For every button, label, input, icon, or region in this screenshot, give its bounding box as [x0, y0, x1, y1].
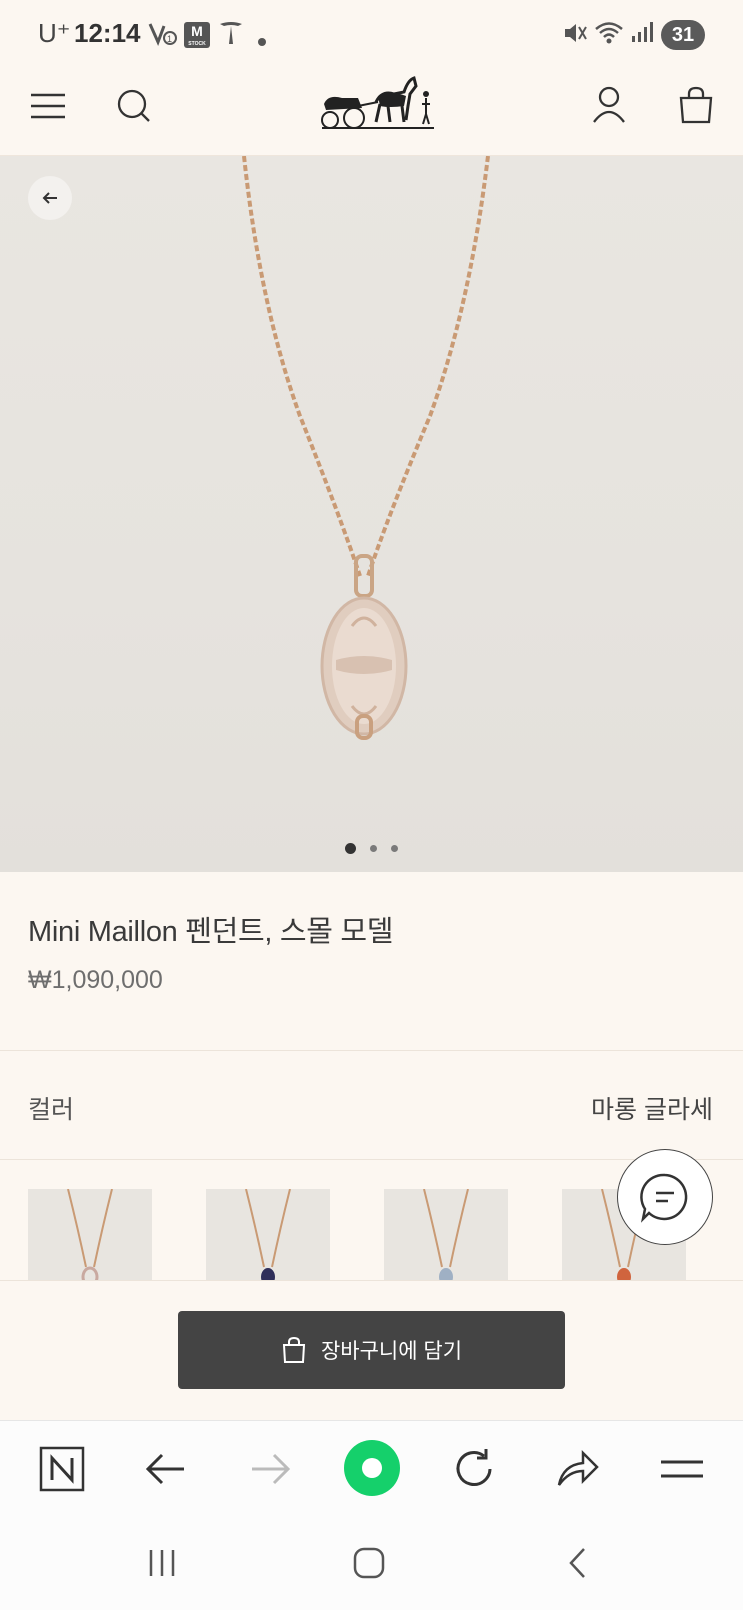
home-icon[interactable]	[352, 1546, 386, 1580]
reload-icon[interactable]	[448, 1443, 500, 1495]
carrier-label: U⁺	[38, 18, 71, 48]
browser-menu-icon[interactable]	[656, 1443, 708, 1495]
vpn-icon: 1	[148, 20, 178, 52]
system-navigation-bar	[0, 1516, 743, 1610]
color-swatch-2[interactable]	[206, 1189, 330, 1281]
color-swatch-3[interactable]	[384, 1189, 508, 1281]
signal-icon	[630, 20, 654, 52]
back-button[interactable]	[28, 176, 72, 220]
product-price: ₩1,090,000	[28, 966, 163, 994]
browser-forward-icon[interactable]	[244, 1443, 296, 1495]
naver-home-icon[interactable]	[36, 1443, 88, 1495]
color-selected-value: 마롱 글라세	[591, 1096, 713, 1124]
add-to-cart-label: 장바구니에 담기	[320, 1340, 463, 1363]
necklace-illustration	[242, 156, 490, 740]
chat-icon	[640, 1173, 688, 1223]
shopping-bag-icon[interactable]	[676, 84, 716, 126]
carriage-logo[interactable]	[318, 72, 438, 140]
browser-back-icon[interactable]	[140, 1443, 192, 1495]
wifi-icon	[594, 20, 626, 52]
pagination-dot-2[interactable]	[370, 844, 377, 852]
user-icon[interactable]	[589, 84, 629, 126]
tesla-icon	[218, 20, 244, 52]
add-to-cart-button[interactable]: 장바구니에 담기	[178, 1311, 565, 1389]
shopping-bag-icon	[282, 1336, 306, 1363]
pagination-dot-1[interactable]	[345, 842, 356, 854]
product-image[interactable]	[0, 156, 743, 872]
top-navigation	[0, 58, 743, 156]
share-icon[interactable]	[552, 1443, 604, 1495]
color-swatch-1[interactable]	[28, 1189, 152, 1281]
recent-apps-icon[interactable]	[145, 1546, 179, 1580]
system-back-icon[interactable]	[562, 1546, 596, 1580]
mute-icon	[562, 20, 588, 52]
clock: 12:14	[74, 18, 141, 48]
product-title: Mini Maillon 펜던트, 스몰 모델	[28, 916, 394, 948]
chat-button[interactable]	[617, 1149, 713, 1245]
svg-text:1: 1	[167, 34, 172, 44]
green-dot-icon[interactable]	[343, 1439, 401, 1497]
divider	[0, 1050, 743, 1051]
image-pagination	[0, 840, 743, 856]
battery-indicator: 31	[661, 20, 705, 50]
color-label: 컬러	[28, 1096, 75, 1124]
arrow-left-icon	[42, 192, 57, 204]
pagination-dot-3[interactable]	[391, 844, 398, 852]
search-icon[interactable]	[114, 86, 154, 126]
stock-app-icon: M STOCK	[184, 22, 210, 48]
browser-toolbar	[0, 1420, 743, 1516]
notification-dot-icon	[257, 27, 267, 53]
divider	[0, 1159, 743, 1160]
hamburger-icon[interactable]	[28, 86, 68, 126]
status-bar: U⁺ 12:14 1 M STOCK 31	[0, 0, 743, 58]
divider	[0, 1280, 743, 1281]
